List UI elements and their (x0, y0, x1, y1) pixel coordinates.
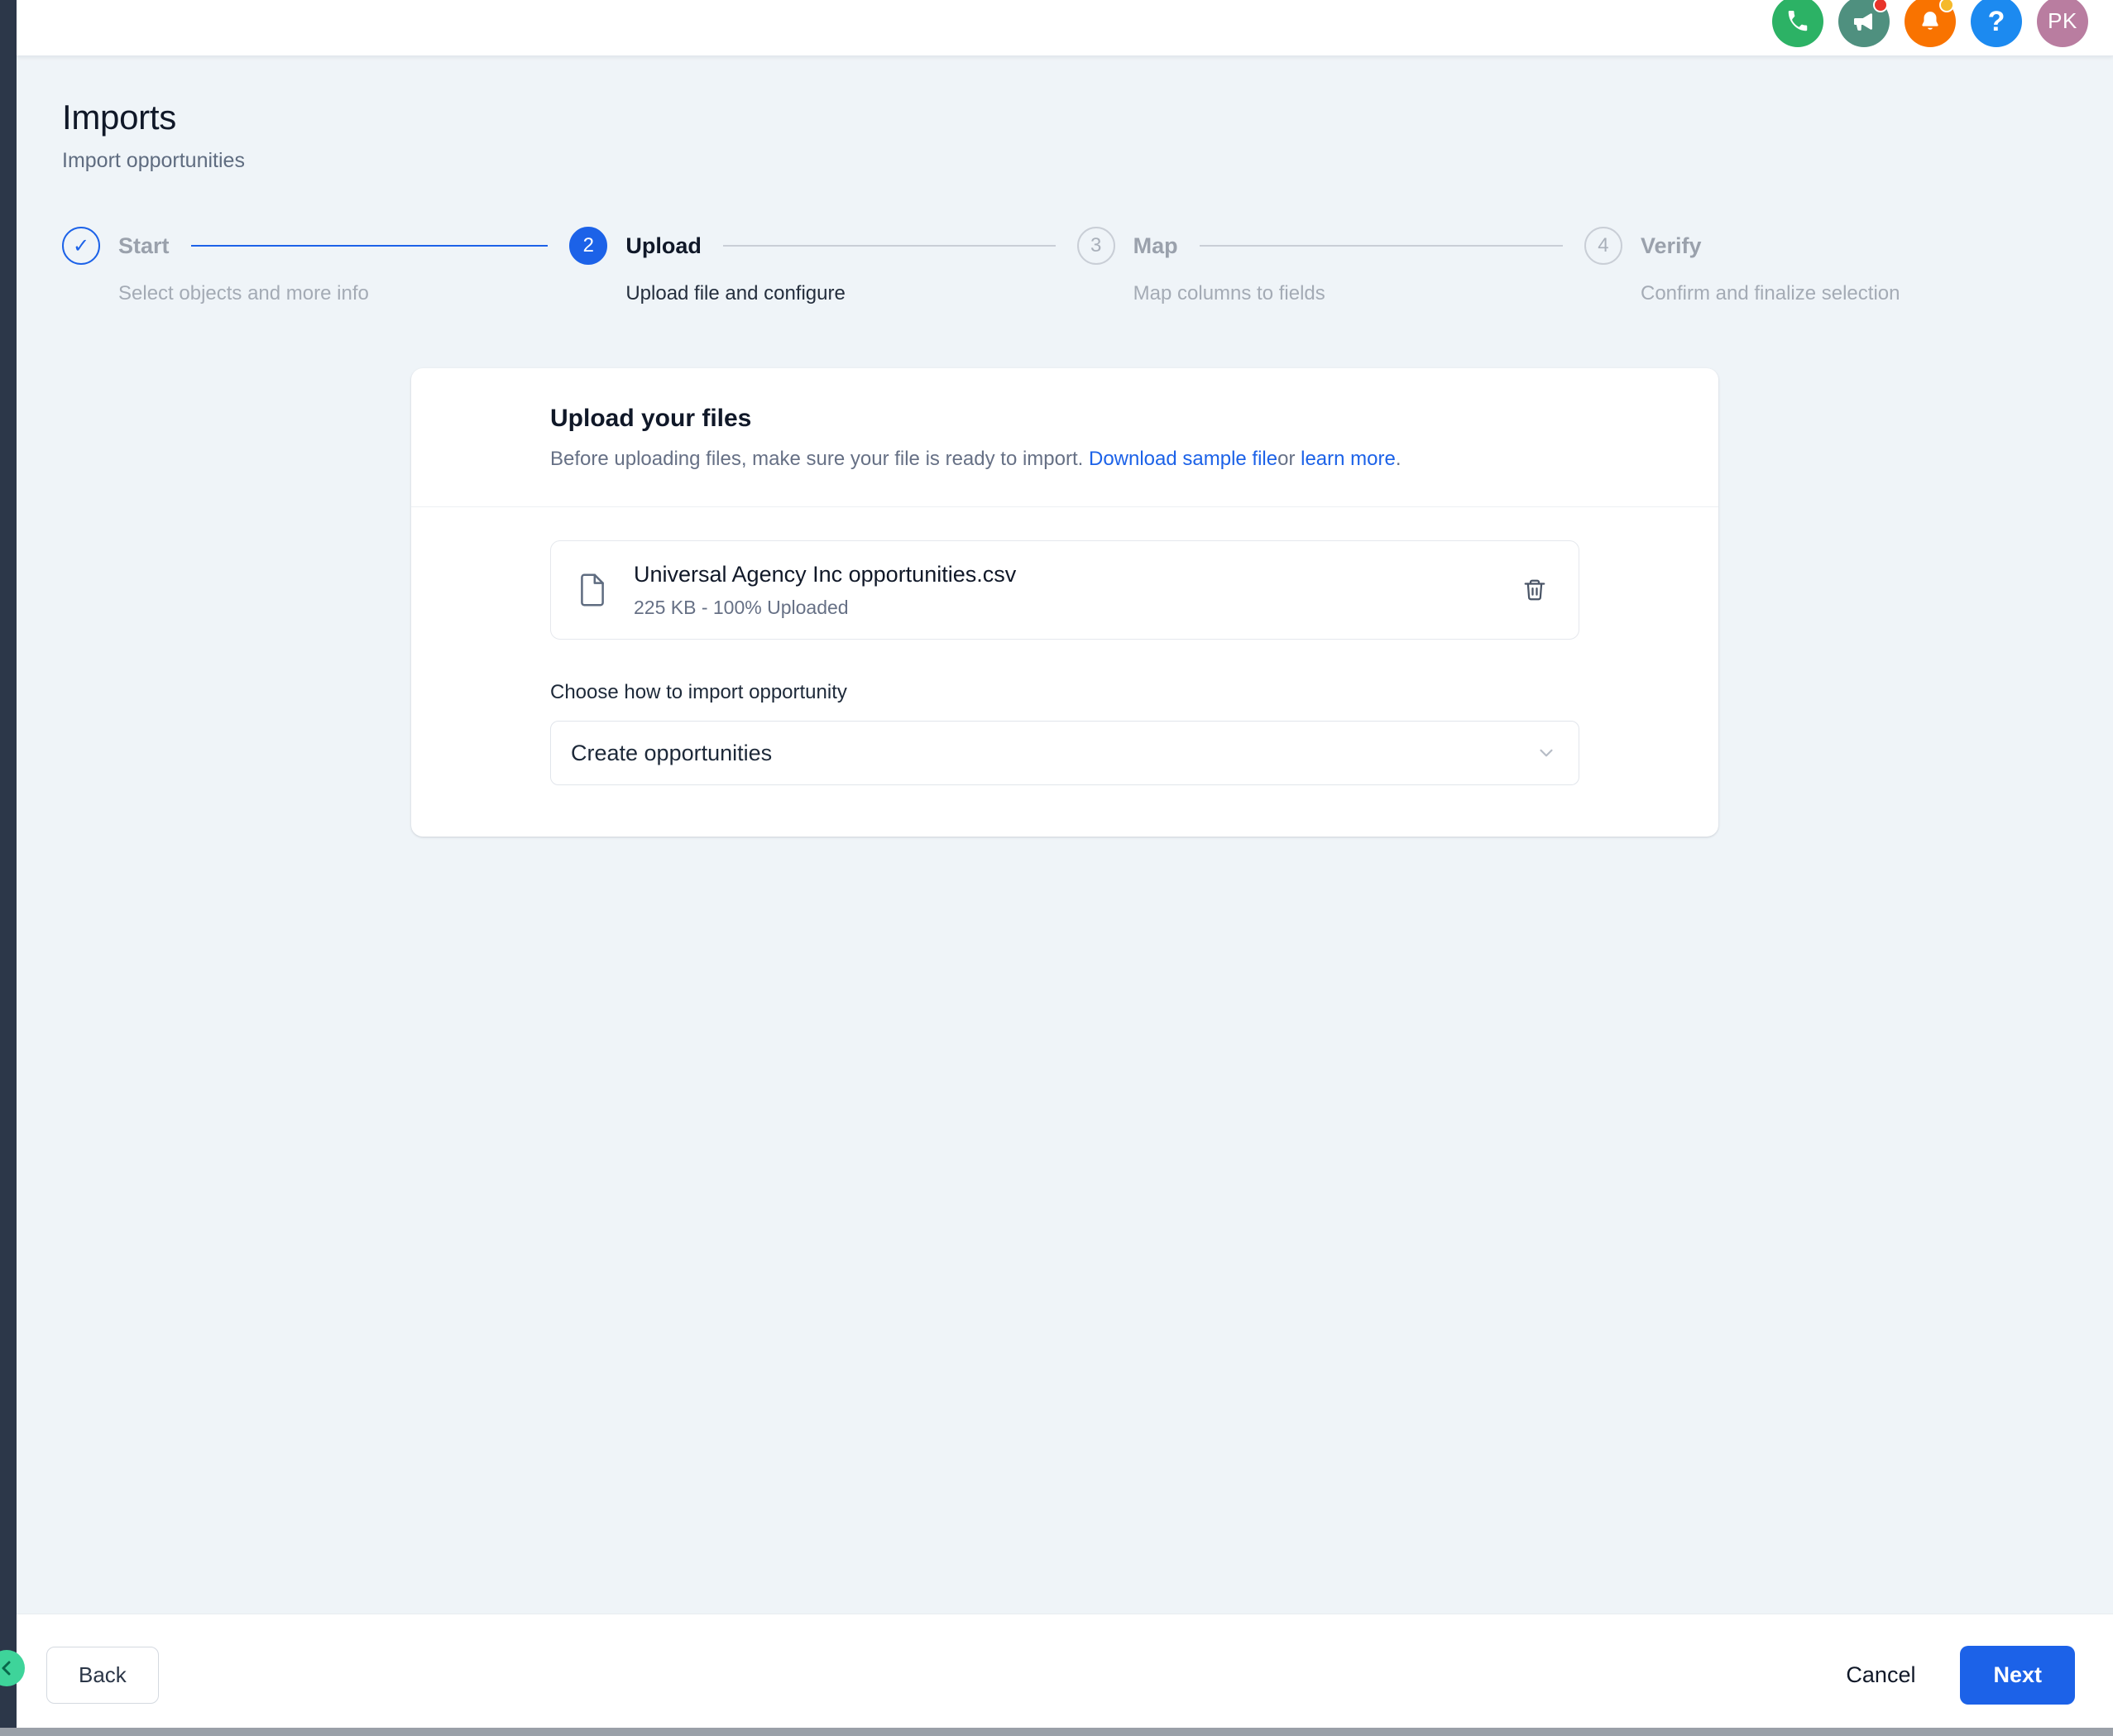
import-mode-label: Choose how to import opportunity (550, 681, 1579, 704)
step-start-desc: Select objects and more info (118, 282, 569, 305)
main-column: ? PK Imports Import opportunities ✓ S (17, 0, 2113, 1736)
page-subtitle: Import opportunities (62, 149, 2067, 173)
step-upload-circle: 2 (569, 227, 607, 265)
bell-badge (1939, 0, 1954, 12)
uploaded-file-name: Universal Agency Inc opportunities.csv (634, 561, 1516, 589)
step-start[interactable]: ✓ Start Select objects and more info (62, 224, 569, 305)
avatar[interactable]: PK (2037, 0, 2088, 47)
step-connector-1 (191, 245, 549, 247)
top-bar: ? PK (17, 0, 2113, 56)
step-start-circle: ✓ (62, 227, 100, 265)
page-content: Imports Import opportunities ✓ Start Sel… (17, 56, 2113, 1614)
cancel-button[interactable]: Cancel (1829, 1647, 1932, 1703)
bell-icon[interactable] (1905, 0, 1956, 47)
chevron-down-icon (1536, 742, 1557, 764)
step-map-desc: Map columns to fields (1133, 282, 1584, 305)
upload-card-header: Upload your files Before uploading files… (411, 368, 1718, 506)
os-bottom-strip (0, 1728, 2113, 1736)
learn-more-link[interactable]: learn more (1301, 448, 1396, 470)
step-map-number: 3 (1090, 234, 1101, 257)
step-verify[interactable]: 4 Verify Confirm and finalize selection (1584, 224, 1981, 305)
step-upload[interactable]: 2 Upload Upload file and configure (569, 224, 1076, 305)
step-verify-label: Verify (1641, 233, 1702, 259)
step-map-circle: 3 (1077, 227, 1115, 265)
step-map-label: Map (1133, 233, 1178, 259)
phone-icon[interactable] (1772, 0, 1823, 47)
back-button[interactable]: Back (46, 1647, 159, 1704)
app-root: ? PK Imports Import opportunities ✓ S (0, 0, 2113, 1736)
megaphone-icon[interactable] (1838, 0, 1890, 47)
wizard-footer: Back Cancel Next (17, 1614, 2113, 1736)
upload-desc-prefix: Before uploading files, make sure your f… (550, 448, 1083, 470)
sidebar-rail (0, 0, 17, 1736)
step-start-header: ✓ Start (62, 224, 569, 267)
step-verify-desc: Confirm and finalize selection (1641, 282, 1981, 305)
avatar-initials: PK (2048, 8, 2077, 34)
file-document-icon (576, 571, 609, 609)
download-sample-file-link[interactable]: Download sample file (1089, 448, 1277, 470)
upload-card-body: Universal Agency Inc opportunities.csv 2… (411, 507, 1718, 837)
step-verify-circle: 4 (1584, 227, 1622, 265)
page-title: Imports (62, 98, 2067, 137)
upload-desc-suffix: . (1396, 448, 1401, 470)
check-icon: ✓ (73, 234, 89, 258)
uploaded-file-status: 225 KB - 100% Uploaded (634, 597, 1516, 619)
next-button[interactable]: Next (1960, 1646, 2075, 1705)
step-start-label: Start (118, 233, 170, 259)
import-mode-value: Create opportunities (571, 741, 1536, 766)
upload-desc-middle: or (1277, 448, 1295, 470)
step-upload-header: 2 Upload (569, 224, 1076, 267)
step-map-header: 3 Map (1077, 224, 1584, 267)
uploaded-file-meta: Universal Agency Inc opportunities.csv 2… (634, 561, 1516, 620)
step-verify-number: 4 (1598, 234, 1608, 257)
step-verify-header: 4 Verify (1584, 224, 1981, 267)
help-glyph: ? (1988, 7, 2005, 36)
help-icon[interactable]: ? (1971, 0, 2022, 47)
step-upload-desc: Upload file and configure (625, 282, 1076, 305)
import-stepper: ✓ Start Select objects and more info 2 U… (62, 224, 1981, 305)
step-upload-label: Upload (625, 233, 702, 259)
upload-card: Upload your files Before uploading files… (411, 368, 1718, 837)
delete-file-button[interactable] (1516, 571, 1554, 609)
upload-card-title: Upload your files (550, 405, 1579, 433)
upload-card-description: Before uploading files, make sure your f… (550, 446, 1579, 472)
import-mode-select[interactable]: Create opportunities (550, 721, 1579, 785)
step-connector-2 (723, 245, 1056, 247)
step-map[interactable]: 3 Map Map columns to fields (1077, 224, 1584, 305)
step-upload-number: 2 (583, 234, 594, 257)
megaphone-badge (1873, 0, 1888, 12)
top-bar-icon-group: ? PK (1772, 9, 2088, 47)
step-connector-3 (1200, 245, 1563, 247)
uploaded-file-row: Universal Agency Inc opportunities.csv 2… (550, 540, 1579, 640)
